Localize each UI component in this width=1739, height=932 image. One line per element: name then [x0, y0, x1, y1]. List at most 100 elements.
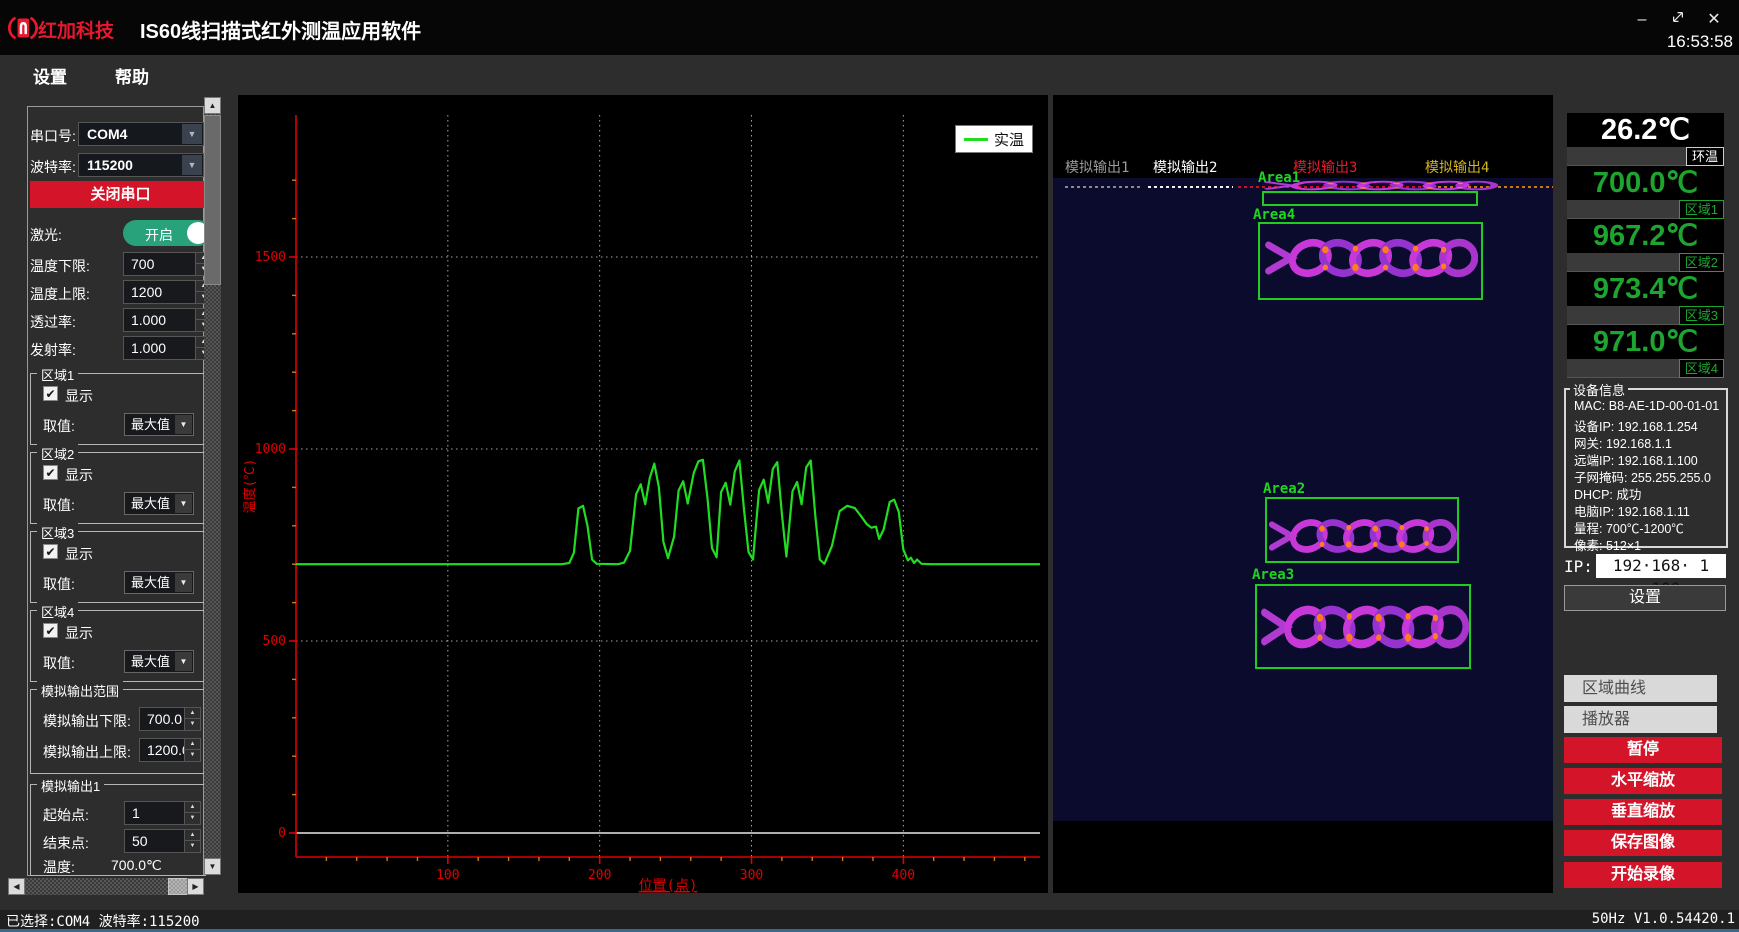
zone4-temp-readout: 971.0℃ [1567, 325, 1724, 359]
zone4-group: 区域4 ✔ 显示 取值: 最大值 ▼ [30, 610, 206, 682]
spinner-arrows-icon[interactable]: ▲▼ [184, 708, 200, 730]
spinner-arrows-icon[interactable]: ▲▼ [184, 739, 200, 761]
close-serial-button[interactable]: 关闭串口 [30, 181, 211, 208]
vscrollbar-thumb[interactable] [204, 115, 221, 285]
baud-rate-combo[interactable]: 115200 ▼ [78, 153, 204, 177]
tab-analog-output-4[interactable]: 模拟输出4 [1425, 157, 1489, 177]
scroll-left-icon[interactable]: ◀ [8, 878, 25, 895]
analog1-group: 模拟输出1 起始点: 1 ▲▼ 结束点: 50 ▲▼ 温度: 700.0℃ [30, 784, 206, 876]
minimize-button[interactable]: – [1629, 8, 1655, 32]
chevron-down-icon[interactable]: ▼ [175, 573, 192, 592]
restore-button[interactable] [1665, 8, 1691, 32]
baud-rate-value: 115200 [87, 157, 133, 173]
thermal-chain-pattern [1259, 598, 1469, 656]
zone3-value-label: 取值: [43, 574, 75, 594]
analog-low-label: 模拟输出下限: [43, 711, 131, 731]
zone3-show-checkbox[interactable]: ✔ [43, 544, 58, 559]
zone3-group: 区域3 ✔ 显示 取值: 最大值 ▼ [30, 531, 206, 603]
start-point-spinner[interactable]: 1 ▲▼ [124, 801, 201, 825]
spinner-arrows-icon[interactable]: ▲▼ [184, 802, 200, 824]
menu-help[interactable]: 帮助 [115, 63, 149, 88]
analog-high-spinner[interactable]: 1200.0 ▲▼ [139, 738, 201, 762]
zone1-value-label: 取值: [43, 416, 75, 436]
area3-label: Area3 [1252, 567, 1294, 583]
temp-high-spinner[interactable]: 1200 ▲▼ [123, 280, 212, 304]
ambient-temp-readout: 26.2℃ [1567, 113, 1724, 147]
area2-label: Area2 [1263, 481, 1305, 497]
svg-text:500: 500 [263, 634, 286, 649]
chevron-down-icon[interactable]: ▼ [182, 124, 202, 144]
sidebar-hscrollbar[interactable]: ◀ ▶ [8, 878, 204, 895]
analog1-temp-value: 700.0℃ [111, 857, 162, 874]
titlebar: 红加科技 IS60线扫描式红外测温应用软件 – ✕ 16:53:58 [0, 0, 1739, 55]
vertical-zoom-button[interactable]: 垂直缩放 [1564, 799, 1722, 825]
temperature-line-chart[interactable]: 100200300400050010001500温度(℃)位置(点) [238, 95, 1048, 893]
transmittance-spinner[interactable]: 1.000 ▲▼ [123, 308, 212, 332]
svg-text:200: 200 [588, 868, 611, 883]
zone2-value-combo[interactable]: 最大值 ▼ [124, 492, 194, 515]
hscrollbar-thumb[interactable] [168, 878, 188, 895]
chevron-down-icon[interactable]: ▼ [175, 415, 192, 434]
zone1-show-checkbox[interactable]: ✔ [43, 386, 58, 401]
chevron-down-icon[interactable]: ▼ [175, 652, 192, 671]
close-button[interactable]: ✕ [1701, 8, 1727, 32]
zone4-show-label: 显示 [65, 623, 93, 643]
ip-set-button[interactable]: 设置 [1564, 585, 1726, 611]
zone2-title: 区域2 [37, 444, 78, 463]
sidebar-vscrollbar[interactable]: ▲ ▼ [204, 97, 221, 875]
brand-logo-icon [8, 11, 38, 45]
zone4-value-label: 取值: [43, 653, 75, 673]
horizontal-zoom-button[interactable]: 水平缩放 [1564, 768, 1722, 794]
zone3-readout-label: 区域3 [1679, 306, 1724, 325]
start-recording-button[interactable]: 开始录像 [1564, 862, 1722, 888]
tab-analog-output-3[interactable]: 模拟输出3 [1293, 157, 1357, 177]
area1-rect[interactable] [1262, 191, 1478, 206]
emissivity-spinner[interactable]: 1.000 ▲▼ [123, 336, 212, 360]
zone2-show-checkbox[interactable]: ✔ [43, 465, 58, 480]
serial-port-combo[interactable]: COM4 ▼ [78, 122, 204, 146]
player-button[interactable]: 播放器 [1564, 706, 1717, 733]
thermal-chain-pattern [1263, 232, 1478, 284]
tab-analog-output-1[interactable]: 模拟输出1 [1065, 157, 1129, 177]
analog-low-spinner[interactable]: 700.0 ▲▼ [139, 707, 201, 731]
zone-curve-button[interactable]: 区域曲线 [1564, 675, 1717, 702]
area4-label: Area4 [1253, 207, 1295, 223]
zone2-group: 区域2 ✔ 显示 取值: 最大值 ▼ [30, 452, 206, 524]
laser-toggle[interactable]: 开启 [123, 220, 211, 246]
zone2-value-label: 取值: [43, 495, 75, 515]
zone3-value-combo[interactable]: 最大值 ▼ [124, 571, 194, 594]
scroll-down-icon[interactable]: ▼ [204, 858, 221, 875]
zone3-temp-readout: 973.4℃ [1567, 272, 1724, 306]
ip-input[interactable]: 192·168· 1 ·100 [1596, 554, 1726, 578]
temp-low-value: 700 [131, 256, 154, 272]
pause-button[interactable]: 暂停 [1564, 737, 1722, 763]
temperature-chart-panel: 100200300400050010001500温度(℃)位置(点) 实温 [238, 95, 1048, 893]
temp-low-spinner[interactable]: 700 ▲▼ [123, 252, 212, 276]
analog1-title: 模拟输出1 [37, 776, 104, 795]
zone1-value: 最大值 [131, 417, 170, 432]
chevron-down-icon[interactable]: ▼ [175, 494, 192, 513]
end-point-spinner[interactable]: 50 ▲▼ [124, 829, 201, 853]
zone4-value-combo[interactable]: 最大值 ▼ [124, 650, 194, 673]
device-info-group: 设备信息 MAC: B8-AE-1D-00-01-01 设备IP: 192.16… [1564, 388, 1728, 548]
restore-icon [1671, 10, 1685, 24]
spinner-arrows-icon[interactable]: ▲▼ [184, 830, 200, 852]
zone1-group: 区域1 ✔ 显示 取值: 最大值 ▼ [30, 373, 206, 445]
end-point-label: 结束点: [43, 833, 89, 853]
scroll-up-icon[interactable]: ▲ [204, 97, 221, 114]
zone4-show-checkbox[interactable]: ✔ [43, 623, 58, 638]
status-connection: 已选择:COM4 波特率:115200 [6, 911, 200, 931]
zone2-show-label: 显示 [65, 465, 93, 485]
zone4-value: 最大值 [131, 654, 170, 669]
svg-text:400: 400 [892, 868, 915, 883]
zone2-temp-readout: 967.2℃ [1567, 219, 1724, 253]
menu-settings[interactable]: 设置 [33, 63, 67, 88]
scroll-right-icon[interactable]: ▶ [187, 878, 204, 895]
chevron-down-icon[interactable]: ▼ [182, 155, 202, 175]
tab-analog-output-2[interactable]: 模拟输出2 [1153, 157, 1217, 177]
zone1-value-combo[interactable]: 最大值 ▼ [124, 413, 194, 436]
end-point-value: 50 [132, 833, 148, 849]
svg-text:1500: 1500 [255, 250, 286, 265]
save-image-button[interactable]: 保存图像 [1564, 830, 1722, 856]
svg-text:0: 0 [278, 826, 286, 841]
